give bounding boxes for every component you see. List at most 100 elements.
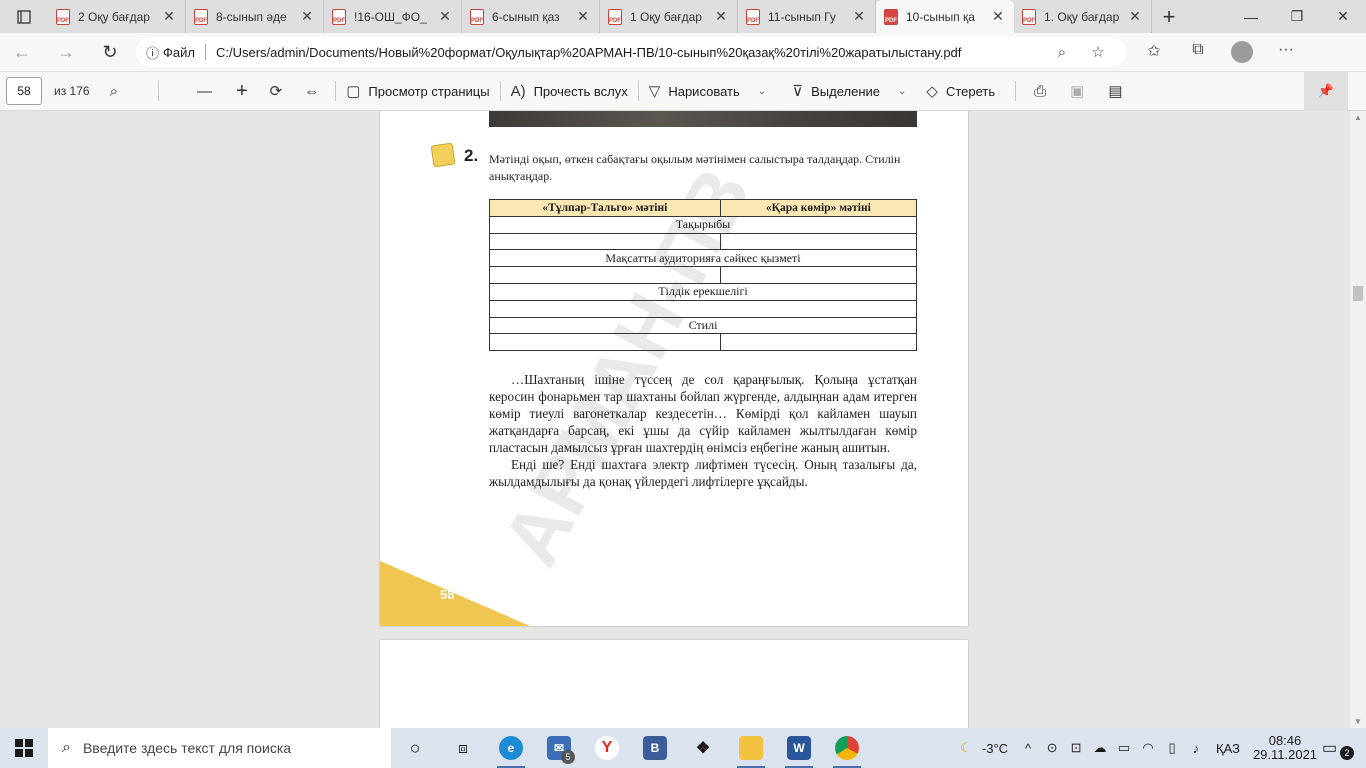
taskbar-app-word[interactable]: W (775, 728, 823, 768)
chevron-down-icon[interactable]: ⌄ (898, 86, 906, 97)
clock[interactable]: 08:46 29.11.2021 (1248, 734, 1322, 762)
volume-icon[interactable]: ♪ (1184, 741, 1208, 756)
tab-close-icon[interactable]: ✕ (299, 8, 315, 25)
read-aloud-button[interactable]: Прочесть вслух (534, 84, 628, 99)
cortana-icon: ○ (409, 737, 421, 758)
taskbar-search[interactable]: ⌕ Введите здесь текст для поиска (48, 728, 391, 768)
add-favorite-icon[interactable]: ☆ (1080, 43, 1116, 61)
browser-tab[interactable]: PDF 1. Оқу бағдар ✕ (1014, 0, 1152, 33)
save-as-icon[interactable]: ▤ (1108, 82, 1122, 100)
page-corner-decoration (380, 561, 530, 626)
tab-close-icon[interactable]: ✕ (437, 8, 453, 25)
table-section-title: Тілдік ерекшелігі (489, 282, 917, 301)
cortana-button[interactable]: ○ (391, 728, 439, 768)
weather-temperature[interactable]: -3°C (982, 741, 1008, 756)
browser-tab[interactable]: PDF 6-сынып қаз ✕ (462, 0, 600, 33)
language-indicator[interactable]: ҚАЗ (1216, 741, 1240, 756)
browser-tab[interactable]: PDF !16-ОШ_ФО_ ✕ (324, 0, 462, 33)
browser-tab[interactable]: PDF 11-сынып Гу ✕ (738, 0, 876, 33)
rotate-icon[interactable]: ⟳ (270, 82, 283, 100)
device-icon[interactable]: ⊡ (1064, 740, 1088, 756)
tab-actions-button[interactable] (0, 0, 48, 33)
page-view-button[interactable]: Просмотр страницы (368, 84, 489, 99)
system-tray: ☾ -3°C ^ ⊙ ⊡ ☁ ▭ ◠ ▯ ♪ ҚАЗ 08:46 29.11.2… (954, 728, 1366, 768)
close-window-button[interactable]: ✕ (1320, 0, 1366, 33)
vertical-scrollbar[interactable]: ▲ ▼ (1350, 111, 1366, 728)
browser-tab[interactable]: PDF 8-сынып әде ✕ (186, 0, 324, 33)
fit-page-icon[interactable]: ⇔ (304, 83, 319, 100)
scrollbar-thumb[interactable] (1353, 286, 1363, 301)
settings-menu-button[interactable]: ··· (1264, 41, 1308, 63)
page-view-icon[interactable]: ▢ (346, 82, 360, 100)
network-status-icon[interactable]: ⊙ (1040, 740, 1064, 756)
battery-icon[interactable]: ▯ (1160, 740, 1184, 756)
draw-button[interactable]: Нарисовать (668, 84, 739, 99)
wifi-icon[interactable]: ◠ (1136, 740, 1160, 756)
url-field[interactable]: ⓘ Файл C:/Users/admin/Documents/Новый%20… (136, 37, 1126, 67)
taskbar-app-explorer[interactable] (727, 728, 775, 768)
notifications-button[interactable]: ▭ 2 (1322, 738, 1366, 760)
browser-tab[interactable]: PDF 1 Оқу бағдар ✕ (600, 0, 738, 33)
weather-icon[interactable]: ☾ (954, 740, 978, 756)
scroll-down-icon[interactable]: ▼ (1354, 717, 1362, 726)
taskbar-app-dropbox[interactable]: ❖ (679, 728, 727, 768)
minimize-button[interactable]: — (1228, 0, 1274, 33)
draw-icon[interactable]: ▽ (649, 82, 661, 100)
profile-avatar[interactable] (1231, 41, 1253, 63)
zoom-in-icon[interactable]: + (236, 80, 248, 103)
url-separator (204, 44, 206, 60)
collections-button[interactable]: ⧉ (1176, 41, 1220, 63)
taskbar-app-mail[interactable]: ✉ 5 (535, 728, 583, 768)
save-icon[interactable]: ▣ (1070, 82, 1084, 100)
browser-tab[interactable]: PDF 10-сынып қа ✕ (876, 0, 1014, 33)
zoom-icon[interactable]: ⌕ (1044, 44, 1080, 61)
b-app-icon: B (643, 736, 667, 760)
tab-close-icon[interactable]: ✕ (575, 8, 591, 25)
task-view-button[interactable]: ⧈ (439, 728, 487, 768)
browser-tab[interactable]: PDF 2 Оқу бағдар ✕ (48, 0, 186, 33)
forward-button[interactable]: → (44, 42, 88, 63)
taskbar-app-b[interactable]: B (631, 728, 679, 768)
tab-close-icon[interactable]: ✕ (851, 8, 867, 25)
highlight-icon[interactable]: ⊽ (792, 82, 803, 100)
pdf-viewer[interactable]: АРМАН-ПВ 2. Мәтінді оқып, өткен сабақтағ… (0, 111, 1350, 728)
taskbar-app-edge[interactable]: e (487, 728, 535, 768)
refresh-button[interactable]: ↻ (88, 42, 132, 63)
cloud-icon[interactable]: ☁ (1088, 740, 1112, 756)
tab-close-icon[interactable]: ✕ (713, 8, 729, 25)
plus-icon: + (1162, 3, 1176, 29)
search-icon[interactable]: ⌕ (110, 83, 118, 100)
read-aloud-icon[interactable]: A) (511, 83, 526, 100)
restore-button[interactable]: ❐ (1274, 0, 1320, 33)
toolbar-divider (335, 81, 337, 101)
display-icon[interactable]: ▭ (1112, 740, 1136, 756)
show-hidden-icons-icon[interactable]: ^ (1016, 741, 1040, 756)
print-icon[interactable]: ⎙ (1034, 83, 1046, 100)
clock-time: 08:46 (1268, 733, 1302, 748)
start-button[interactable] (0, 739, 48, 757)
tab-close-icon[interactable]: ✕ (1127, 8, 1143, 25)
taskbar-app-chrome[interactable] (823, 728, 871, 768)
table-cell (489, 299, 917, 318)
tab-close-icon[interactable]: ✕ (161, 8, 177, 25)
tab-close-icon[interactable]: ✕ (990, 8, 1006, 25)
chevron-down-icon[interactable]: ⌄ (758, 86, 766, 97)
new-tab-button[interactable]: + (1152, 0, 1186, 33)
toolbar-divider (157, 81, 159, 101)
tab-label: 1. Оқу бағдар (1044, 9, 1120, 24)
erase-button[interactable]: Стереть (946, 84, 995, 99)
favorites-button[interactable]: ✩ (1132, 41, 1176, 63)
scroll-up-icon[interactable]: ▲ (1354, 113, 1362, 122)
windows-icon (15, 739, 33, 757)
url-text[interactable]: C:/Users/admin/Documents/Новый%20формат/… (216, 45, 1044, 60)
eraser-icon[interactable]: ◇ (926, 82, 938, 100)
pin-toolbar-button[interactable]: 📌 (1304, 71, 1348, 111)
highlight-button[interactable]: Выделение (811, 84, 880, 99)
taskbar-app-yandex[interactable]: Y (583, 728, 631, 768)
chrome-icon (835, 736, 859, 760)
tab-label: 11-сынып Гу (768, 9, 836, 24)
zoom-out-icon[interactable]: — (197, 83, 212, 100)
back-button[interactable]: ← (0, 42, 44, 63)
dropbox-icon: ❖ (695, 740, 711, 757)
page-number-input[interactable]: 58 (6, 77, 42, 105)
